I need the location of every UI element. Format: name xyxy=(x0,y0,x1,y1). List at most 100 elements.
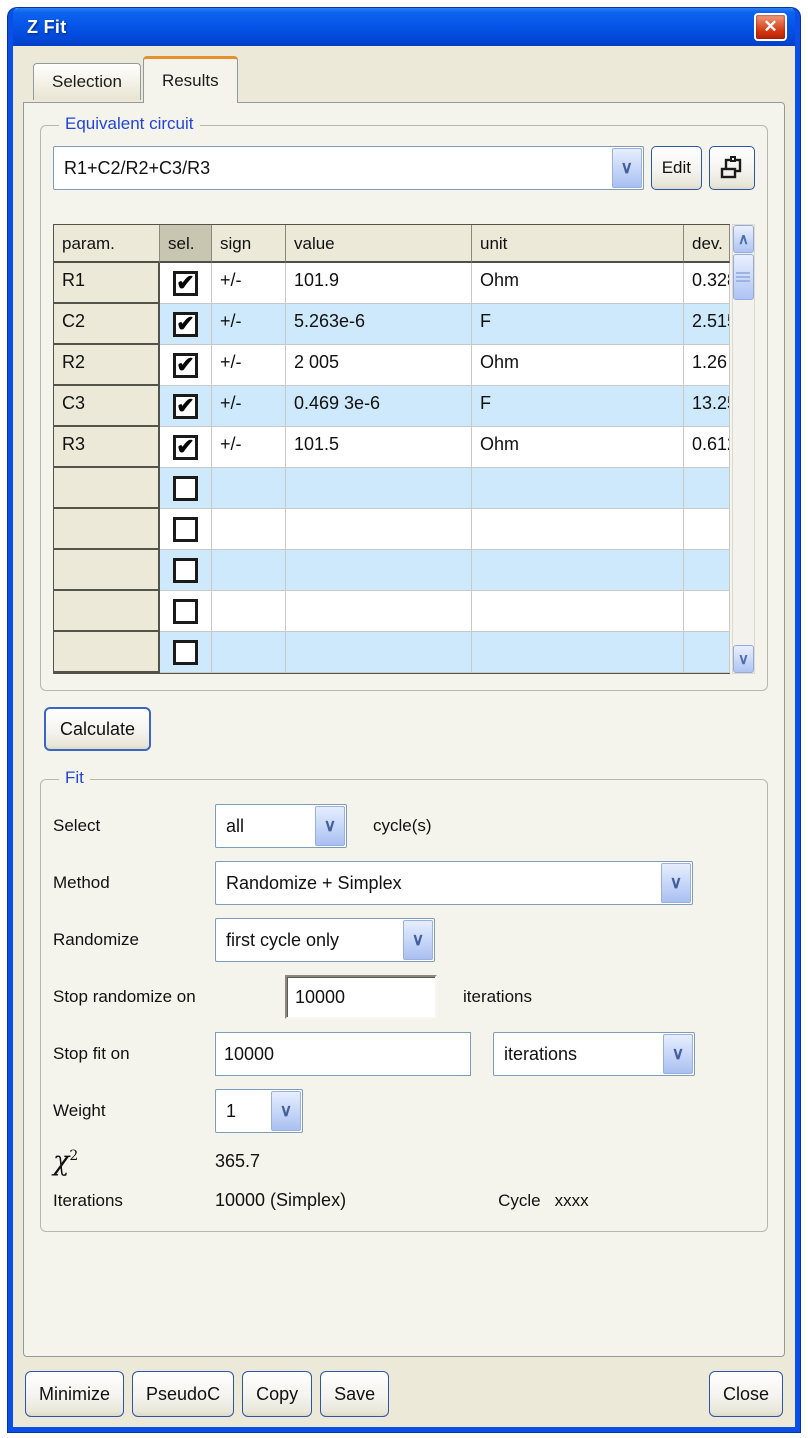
sign-cell[interactable] xyxy=(212,632,286,673)
sel-checkbox[interactable] xyxy=(173,435,198,460)
dev-cell[interactable]: 0.328 9 xyxy=(684,263,730,304)
sel-checkbox[interactable] xyxy=(173,271,198,296)
save-button[interactable]: Save xyxy=(320,1371,389,1417)
unit-cell[interactable]: F xyxy=(472,386,684,427)
chevron-down-icon[interactable]: ∨ xyxy=(315,806,345,846)
value-cell[interactable]: 0.469 3e-6 xyxy=(286,386,472,427)
select-cycles-combo[interactable]: all ∨ xyxy=(215,804,347,848)
unit-cell[interactable] xyxy=(472,550,684,591)
unit-cell[interactable]: Ohm xyxy=(472,427,684,468)
chevron-down-icon[interactable]: ∨ xyxy=(403,920,433,960)
dev-cell[interactable] xyxy=(684,468,730,509)
value-cell[interactable] xyxy=(286,550,472,591)
method-combo[interactable]: Randomize + Simplex ∨ xyxy=(215,861,693,905)
sel-checkbox[interactable] xyxy=(173,517,198,542)
value-cell[interactable]: 5.263e-6 xyxy=(286,304,472,345)
sign-cell[interactable]: +/- xyxy=(212,304,286,345)
sel-checkbox[interactable] xyxy=(173,640,198,665)
table-row[interactable]: R3 +/- 101.5 Ohm 0.612 4 xyxy=(54,427,730,468)
sign-cell[interactable]: +/- xyxy=(212,263,286,304)
dev-cell[interactable]: 1.26 xyxy=(684,345,730,386)
stop-fit-input[interactable] xyxy=(215,1032,471,1076)
table-row[interactable] xyxy=(54,632,730,673)
stop-fit-unit-combo[interactable]: iterations ∨ xyxy=(493,1032,695,1076)
tab-selection[interactable]: Selection xyxy=(33,63,141,100)
title-bar[interactable]: Z Fit ✕ xyxy=(13,8,795,46)
minimize-button[interactable]: Minimize xyxy=(25,1371,124,1417)
dev-cell[interactable] xyxy=(684,550,730,591)
sign-cell[interactable]: +/- xyxy=(212,345,286,386)
unit-cell[interactable]: F xyxy=(472,304,684,345)
table-row[interactable]: C2 +/- 5.263e-6 F 2.515e-9 xyxy=(54,304,730,345)
sel-checkbox[interactable] xyxy=(173,558,198,583)
dev-cell[interactable]: 13.25e-9 xyxy=(684,386,730,427)
value-cell[interactable]: 101.5 xyxy=(286,427,472,468)
sel-checkbox[interactable] xyxy=(173,353,198,378)
sel-checkbox[interactable] xyxy=(173,599,198,624)
pseudoc-button[interactable]: PseudoC xyxy=(132,1371,234,1417)
table-row[interactable] xyxy=(54,550,730,591)
sel-checkbox[interactable] xyxy=(173,394,198,419)
sel-checkbox[interactable] xyxy=(173,476,198,501)
value-cell[interactable] xyxy=(286,468,472,509)
value-cell[interactable] xyxy=(286,632,472,673)
value-cell[interactable] xyxy=(286,591,472,632)
table-row[interactable]: R2 +/- 2 005 Ohm 1.26 xyxy=(54,345,730,386)
sign-cell[interactable] xyxy=(212,509,286,550)
param-cell[interactable] xyxy=(54,632,160,673)
param-cell[interactable] xyxy=(54,591,160,632)
sign-cell[interactable] xyxy=(212,550,286,591)
scroll-up-icon[interactable]: ∧ xyxy=(733,225,754,253)
param-cell[interactable]: R1 xyxy=(54,263,160,304)
dev-cell[interactable] xyxy=(684,591,730,632)
unit-cell[interactable] xyxy=(472,591,684,632)
unit-cell[interactable] xyxy=(472,632,684,673)
tab-results[interactable]: Results xyxy=(143,56,238,103)
table-row[interactable]: R1 +/- 101.9 Ohm 0.328 9 xyxy=(54,263,730,304)
sign-cell[interactable]: +/- xyxy=(212,427,286,468)
dev-cell[interactable] xyxy=(684,632,730,673)
param-cell[interactable]: C2 xyxy=(54,304,160,345)
calculate-button[interactable]: Calculate xyxy=(44,707,151,751)
chevron-down-icon[interactable]: ∨ xyxy=(612,148,642,188)
param-cell[interactable]: R3 xyxy=(54,427,160,468)
value-cell[interactable]: 101.9 xyxy=(286,263,472,304)
unit-cell[interactable]: Ohm xyxy=(472,345,684,386)
unit-cell[interactable]: Ohm xyxy=(472,263,684,304)
circuit-editor-button[interactable] xyxy=(709,146,755,190)
circuit-combo[interactable]: R1+C2/R2+C3/R3 ∨ xyxy=(53,146,644,190)
param-cell[interactable]: R2 xyxy=(54,345,160,386)
table-row[interactable] xyxy=(54,468,730,509)
sel-checkbox[interactable] xyxy=(173,312,198,337)
table-row[interactable] xyxy=(54,591,730,632)
randomize-combo[interactable]: first cycle only ∨ xyxy=(215,918,435,962)
scroll-down-icon[interactable]: ∨ xyxy=(733,645,754,673)
value-cell[interactable] xyxy=(286,509,472,550)
scrollbar-thumb[interactable] xyxy=(733,254,754,300)
scrollbar-track[interactable] xyxy=(733,300,754,645)
close-dialog-button[interactable]: Close xyxy=(709,1371,783,1417)
weight-combo[interactable]: 1 ∨ xyxy=(215,1089,303,1133)
sign-cell[interactable] xyxy=(212,591,286,632)
param-cell[interactable]: C3 xyxy=(54,386,160,427)
chevron-down-icon[interactable]: ∨ xyxy=(661,863,691,903)
dev-cell[interactable]: 2.515e-9 xyxy=(684,304,730,345)
table-row[interactable] xyxy=(54,509,730,550)
stop-randomize-input[interactable] xyxy=(285,975,437,1019)
param-cell[interactable] xyxy=(54,468,160,509)
sign-cell[interactable] xyxy=(212,468,286,509)
table-row[interactable]: C3 +/- 0.469 3e-6 F 13.25e-9 xyxy=(54,386,730,427)
chevron-down-icon[interactable]: ∨ xyxy=(271,1091,301,1131)
edit-circuit-button[interactable]: Edit xyxy=(651,146,702,190)
dev-cell[interactable]: 0.612 4 xyxy=(684,427,730,468)
copy-button[interactable]: Copy xyxy=(242,1371,312,1417)
chevron-down-icon[interactable]: ∨ xyxy=(663,1034,693,1074)
param-cell[interactable] xyxy=(54,509,160,550)
dev-cell[interactable] xyxy=(684,509,730,550)
sign-cell[interactable]: +/- xyxy=(212,386,286,427)
param-cell[interactable] xyxy=(54,550,160,591)
close-window-button[interactable]: ✕ xyxy=(754,13,787,41)
unit-cell[interactable] xyxy=(472,468,684,509)
table-scrollbar[interactable]: ∧ ∨ xyxy=(732,224,755,674)
unit-cell[interactable] xyxy=(472,509,684,550)
